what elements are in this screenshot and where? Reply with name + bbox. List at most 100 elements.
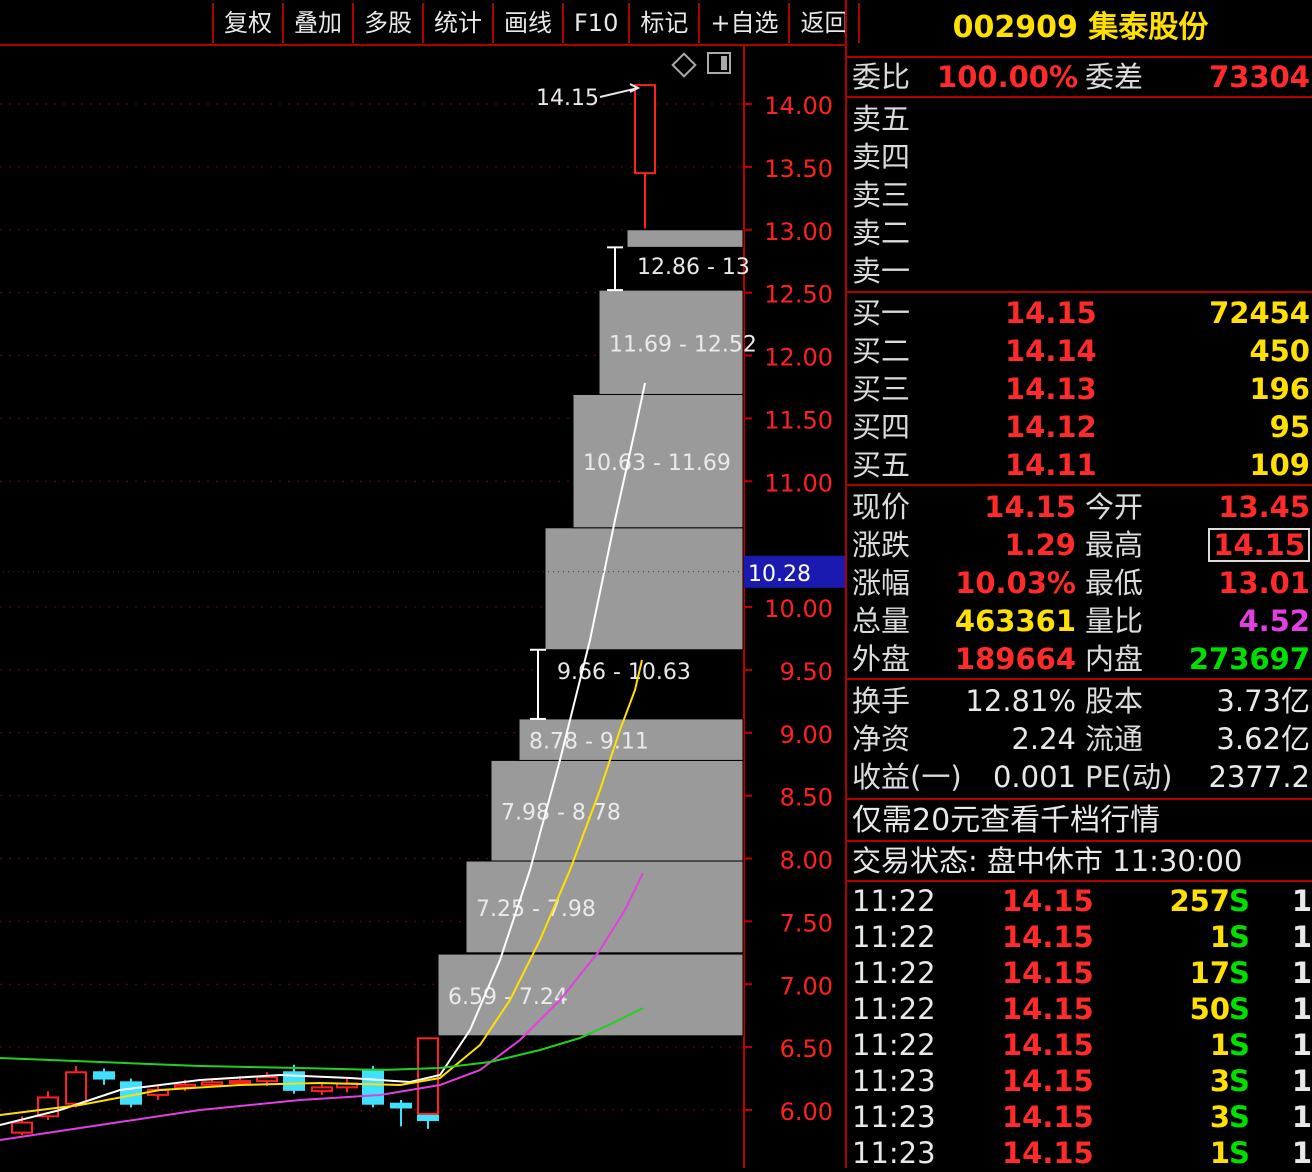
tick-time: 11:22: [852, 1028, 936, 1062]
quote-value: 1.29: [1004, 528, 1076, 562]
buy-price: 14.11: [1005, 448, 1097, 482]
quote-label: 今开: [1085, 490, 1144, 524]
toolbar-button-5[interactable]: F10: [562, 3, 628, 43]
panel-toggle-icon[interactable]: [707, 52, 731, 74]
range-label: 7.25 - 7.98: [476, 897, 596, 922]
quote-row: 总量 463361 量比 4.52: [847, 602, 1312, 640]
toolbar-button-6[interactable]: 标记: [628, 3, 698, 43]
toolbar-button-7[interactable]: +自选: [698, 3, 788, 43]
tick-count: 1: [1291, 992, 1312, 1026]
tick-price: 14.15: [1002, 920, 1094, 954]
sell-level-label: 卖二: [852, 216, 911, 250]
quote-label: 最高: [1085, 528, 1144, 562]
quote-value: 13.01: [1218, 566, 1310, 600]
y-tick-label: 9.50: [780, 658, 833, 686]
tick-volume: 17: [1189, 956, 1230, 990]
price-chart[interactable]: 14.00 13.50 13.00 12.50 12.00 11.50 11.00 10.00…: [0, 0, 845, 1168]
range-label: 11.69 - 12.52: [609, 332, 757, 357]
quote-label: 涨幅: [852, 566, 911, 600]
y-tick-label: 11.00: [764, 469, 833, 497]
y-tick-label: 10.00: [764, 595, 833, 623]
tick-time: 11:23: [852, 1136, 936, 1170]
candle-body: [120, 1081, 142, 1105]
fundamental-value: 2.24: [1011, 722, 1076, 756]
toolbar-button-3[interactable]: 统计: [422, 3, 492, 43]
tick-volume: 1: [1209, 1028, 1230, 1062]
buy-price: 14.12: [1005, 410, 1097, 444]
quote-label: 涨跌: [852, 528, 911, 562]
tick-side: S: [1229, 956, 1250, 990]
toolbar-button-1[interactable]: 叠加: [282, 3, 352, 43]
tick-volume: 3: [1209, 1100, 1230, 1134]
diamond-icon[interactable]: [671, 52, 697, 78]
quote-value: 13.45: [1218, 490, 1310, 524]
buy-volume: 196: [1249, 372, 1310, 406]
toolbar-button-2[interactable]: 多股: [352, 3, 422, 43]
sell-row: 卖二: [847, 214, 1312, 252]
toolbar-button-0[interactable]: 复权: [212, 3, 282, 43]
candle-body: [65, 1071, 87, 1105]
weicha-label: 委差: [1085, 60, 1144, 94]
limit-up-box: [544, 527, 744, 651]
tick-count: 1: [1291, 1100, 1312, 1134]
buy-level-label: 买一: [852, 296, 911, 330]
banner-text[interactable]: 仅需20元查看千档行情: [852, 802, 1160, 840]
tick-price: 14.15: [1002, 1136, 1094, 1170]
sell-row: 卖五: [847, 100, 1312, 138]
chart-toolbar: 复权 叠加 多股 统计 画线 F10 标记 +自选 返回: [212, 3, 861, 43]
buy-price: 14.14: [1005, 334, 1097, 368]
tick-time: 11:23: [852, 1064, 936, 1098]
candle-body: [390, 1102, 412, 1109]
buy-volume: 450: [1249, 334, 1310, 368]
quote-value: 189664: [954, 642, 1076, 676]
tick-time: 11:22: [852, 884, 936, 918]
tick-volume: 257: [1169, 884, 1230, 918]
divider: [847, 678, 1312, 680]
y-tick-label: 7.00: [780, 972, 833, 1000]
tick-price: 14.15: [1002, 884, 1094, 918]
toolbar-button-4[interactable]: 画线: [492, 3, 562, 43]
fundamental-row: 收益(一) 0.001 PE(动) 2377.2: [847, 758, 1312, 796]
level2-banner[interactable]: 仅需20元查看千档行情: [847, 802, 1312, 840]
y-tick-label: 13.00: [764, 218, 833, 246]
toolbar-separator: [0, 44, 845, 46]
buy-price: 14.13: [1005, 372, 1097, 406]
quote-row: 现价 14.15 今开 13.45: [847, 488, 1312, 526]
range-label: 8.78 - 9.11: [529, 730, 649, 755]
sell-level-label: 卖四: [852, 140, 911, 174]
quote-value: 273697: [1188, 642, 1310, 676]
quote-label: 外盘: [852, 642, 911, 676]
y-tick-label: 14.00: [764, 92, 833, 120]
tick-time: 11:23: [852, 1100, 936, 1134]
range-label: 7.98 - 8.78: [501, 801, 621, 826]
tick-side: S: [1229, 1028, 1250, 1062]
tick-time: 11:22: [852, 920, 936, 954]
divider: [847, 484, 1312, 486]
status-text: 交易状态: 盘中休市 11:30:00: [852, 844, 1243, 878]
weibi-value: 100.00%: [937, 60, 1078, 94]
fundamental-row: 净资 2.24 流通 3.62亿: [847, 720, 1312, 758]
tick-price: 14.15: [1002, 992, 1094, 1026]
y-tick-label: 6.50: [780, 1035, 833, 1063]
buy-level-label: 买二: [852, 334, 911, 368]
buy-row: 买一 14.15 72454: [847, 294, 1312, 332]
range-label: 10.63 - 11.69: [583, 451, 731, 476]
stock-header: 002909 集泰股份: [847, 0, 1312, 58]
sell-level-label: 卖五: [852, 102, 911, 136]
tick-count: 1: [1291, 1064, 1312, 1098]
fundamental-label: 收益(一): [852, 760, 962, 794]
tick-row: 11:23 14.15 3 S 1: [847, 1098, 1312, 1136]
quote-row: 涨幅 10.03% 最低 13.01: [847, 564, 1312, 602]
buy-volume: 95: [1269, 410, 1310, 444]
buy-row: 买五 14.11 109: [847, 446, 1312, 484]
sell-level-label: 卖一: [852, 254, 911, 288]
buy-volume: 109: [1249, 448, 1310, 482]
tick-price: 14.15: [1002, 1100, 1094, 1134]
high-price-label: 14.15: [536, 86, 599, 111]
tick-volume: 50: [1189, 992, 1230, 1026]
buy-level-label: 买三: [852, 372, 911, 406]
candle-body: [174, 1083, 196, 1089]
tick-side: S: [1229, 1100, 1250, 1134]
sell-level-label: 卖三: [852, 178, 911, 212]
y-tick-label: 13.50: [764, 155, 833, 183]
